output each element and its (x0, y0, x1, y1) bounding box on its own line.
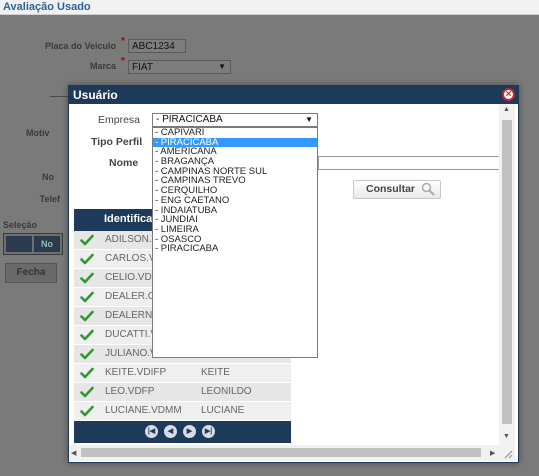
last-page-icon[interactable]: ▶| (202, 425, 215, 438)
scroll-right-icon[interactable]: ▶ (490, 449, 495, 457)
table-row[interactable]: LUCIANE.VDMM LUCIANE (74, 402, 291, 421)
selecao-nao-button[interactable]: No (34, 236, 60, 252)
empresa-dropdown-list: - CAPIVARI - PIRACICABA - AMERICANA - BRAGA… (152, 127, 318, 358)
vertical-scroll-thumb[interactable] (502, 120, 512, 424)
dialog-titlebar: Usuário × (69, 86, 518, 104)
checkmark-icon[interactable] (80, 366, 94, 380)
selecao-sim-button[interactable] (6, 236, 32, 252)
placa-required-mark: * (121, 36, 125, 47)
resize-grip-icon[interactable] (499, 445, 515, 461)
table-row[interactable]: LEO.VDFP LEONILDO (74, 383, 291, 402)
table-pager: |◀ ◀ ▶ ▶| (74, 421, 291, 443)
cell-identificacao: LUCIANE.VDMM (105, 405, 182, 416)
checkmark-icon[interactable] (80, 385, 94, 399)
tipo-perfil-label: Tipo Perfil (91, 136, 143, 148)
fechar-button[interactable]: Fecha (5, 263, 57, 283)
marca-label: Marca (89, 61, 116, 71)
consultar-button-label: Consultar (366, 183, 416, 195)
checkmark-icon[interactable] (80, 328, 94, 342)
telefone-label: Telef (39, 194, 60, 204)
placa-label: Placa do Veículo (44, 41, 116, 51)
app-header: Avaliação Usado (0, 0, 539, 15)
chevron-down-icon: ▼ (218, 62, 226, 71)
scroll-up-icon[interactable]: ▲ (503, 106, 510, 113)
vertical-scrollbar[interactable]: ▲ ▼ (499, 104, 515, 445)
page-title: Avaliação Usado (3, 1, 91, 13)
column-header-identificacao[interactable]: Identificação (104, 213, 158, 225)
prev-page-icon[interactable]: ◀ (164, 425, 177, 438)
scroll-down-icon[interactable]: ▼ (503, 433, 510, 440)
usuario-dialog: Usuário × Empresa - PIRACICABA ▼ Tipo Pe… (68, 85, 519, 463)
nome-label: Nome (109, 157, 139, 169)
empresa-label: Empresa (98, 114, 141, 126)
empresa-select[interactable]: - PIRACICABA ▼ (152, 113, 318, 127)
scroll-left-icon[interactable]: ◀ (71, 449, 76, 457)
marca-select-value: FIAT (132, 62, 153, 73)
motivo-label: Motiv (26, 128, 50, 138)
checkmark-icon[interactable] (80, 233, 94, 247)
cell-nome: KEITE (201, 367, 230, 378)
nome-input[interactable] (318, 156, 501, 170)
horizontal-scroll-thumb[interactable] (81, 448, 481, 457)
consultar-button[interactable]: Consultar (353, 180, 441, 199)
next-page-icon[interactable]: ▶ (183, 425, 196, 438)
cell-identificacao: KEITE.VDIFP (105, 367, 167, 378)
placa-input[interactable]: ABC1234 (128, 39, 186, 53)
table-row[interactable]: KEITE.VDIFP KEITE (74, 364, 291, 383)
dialog-title: Usuário (73, 88, 118, 102)
search-icon (421, 182, 435, 201)
cell-nome: LEONILDO (201, 386, 252, 397)
empresa-select-value: - PIRACICABA (156, 114, 223, 125)
no-label: No (42, 172, 54, 182)
checkmark-icon[interactable] (80, 252, 94, 266)
horizontal-scrollbar[interactable]: ◀ ▶ (69, 445, 499, 461)
selecao-label: Seleção (3, 220, 38, 230)
chevron-down-icon: ▼ (305, 115, 313, 124)
marca-select[interactable]: FIAT ▼ (128, 60, 231, 74)
checkmark-icon[interactable] (80, 271, 94, 285)
close-icon[interactable]: × (502, 88, 515, 101)
checkmark-icon[interactable] (80, 309, 94, 323)
checkmark-icon[interactable] (80, 404, 94, 418)
first-page-icon[interactable]: |◀ (145, 425, 158, 438)
checkmark-icon[interactable] (80, 347, 94, 361)
cell-identificacao: LEO.VDFP (105, 386, 155, 397)
checkmark-icon[interactable] (80, 290, 94, 304)
marca-required-mark: * (121, 56, 125, 67)
dropdown-option[interactable]: - PIRACICABA (153, 244, 317, 254)
cell-nome: LUCIANE (201, 405, 245, 416)
